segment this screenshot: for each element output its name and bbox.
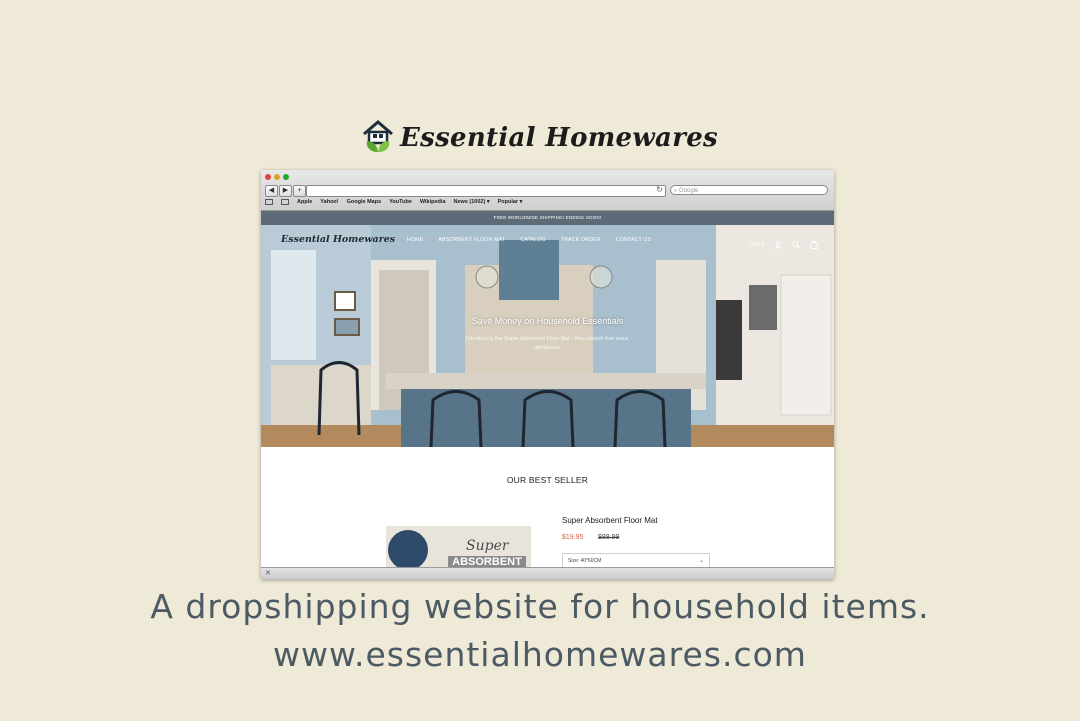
address-bar[interactable]: ↻ — [306, 185, 666, 197]
nav-contact-us[interactable]: CONTACT US — [616, 237, 651, 243]
product-image-text-1: Super — [466, 538, 509, 554]
compare-price: $89.99 — [598, 534, 620, 541]
best-seller-heading: OUR BEST SELLER — [506, 475, 589, 485]
add-bookmark-plus-icon[interactable]: + — [293, 185, 306, 197]
house-leaf-logo-icon — [362, 119, 394, 158]
close-window-button[interactable] — [265, 174, 271, 180]
hero-title: Save Money on Household Essentials — [471, 316, 624, 326]
cart-bag-icon[interactable] — [810, 236, 818, 254]
bookmark-item[interactable]: YouTube — [389, 199, 412, 205]
bookmark-item[interactable]: Wikipedia — [420, 199, 446, 205]
bookmarks-bar: Apple Yahoo! Google Maps YouTube Wikiped… — [265, 199, 522, 205]
product-photo-shape — [388, 530, 428, 568]
browser-toolbar: ◀ ▶ + ↻ ⌕ Google Apple Yahoo! Google Map… — [261, 170, 834, 211]
announcement-text: FREE WORLDWIDE SHIPPING! ENDING SOON! — [493, 215, 602, 220]
search-placeholder: Google — [679, 188, 699, 194]
browser-window: ◀ ▶ + ↻ ⌕ Google Apple Yahoo! Google Map… — [261, 170, 834, 579]
product-image[interactable]: Super ABSORBENT — [386, 526, 531, 568]
close-status-icon[interactable]: ✕ — [265, 569, 271, 577]
currency-selector[interactable]: USD ▾ — [750, 242, 764, 248]
account-icon[interactable] — [774, 236, 782, 254]
caption-description: A dropshipping website for household ite… — [150, 587, 930, 626]
search-icon[interactable] — [792, 236, 800, 254]
brand-name: Essential Homewares — [400, 123, 718, 153]
browser-search-input[interactable]: ⌕ Google — [670, 185, 828, 195]
forward-arrow-icon[interactable]: ▶ — [279, 185, 292, 197]
sale-price: $19.95 — [562, 534, 584, 541]
nav-catalog[interactable]: CATALOG — [520, 237, 545, 243]
bookmark-item[interactable]: Apple — [297, 199, 312, 205]
size-select-value: Size: 40*60CM — [568, 558, 602, 564]
hero-subtitle: Introducing the Super Absorbent Floor Ma… — [466, 336, 628, 351]
reading-list-icon[interactable] — [265, 199, 273, 205]
caption-url: www.essentialhomewares.com — [273, 635, 807, 674]
bookmark-item[interactable]: Yahoo! — [320, 199, 338, 205]
site-navbar: Essential Homewares HOME ABSORBENT FLOOR… — [261, 233, 834, 250]
magnifier-icon: ⌕ — [674, 188, 678, 194]
bookmarks-grid-icon[interactable] — [281, 199, 289, 205]
bookmark-item[interactable]: News (1002) ▾ — [454, 199, 490, 205]
site-logo[interactable]: Essential Homewares — [281, 234, 395, 245]
nav-home[interactable]: HOME — [407, 237, 423, 243]
brand-header: Essential Homewares — [0, 118, 1080, 158]
browser-status-bar: ✕ — [261, 567, 834, 579]
nav-absorbent-floor-mat[interactable]: ABSORBENT FLOOR MAT — [438, 237, 505, 243]
bookmark-item[interactable]: Google Maps — [347, 199, 382, 205]
minimize-window-button[interactable] — [274, 174, 280, 180]
nav-track-order[interactable]: TRACK ORDER — [561, 237, 601, 243]
announcement-bar: FREE WORLDWIDE SHIPPING! ENDING SOON! — [261, 211, 834, 225]
zoom-window-button[interactable] — [283, 174, 289, 180]
window-controls — [265, 174, 289, 180]
bookmark-item[interactable]: Popular ▾ — [498, 199, 523, 205]
product-name[interactable]: Super Absorbent Floor Mat — [562, 516, 658, 525]
chevron-down-icon: ⌄ — [698, 558, 704, 564]
back-arrow-icon[interactable]: ◀ — [265, 185, 278, 197]
reload-icon[interactable]: ↻ — [656, 185, 663, 194]
hero-banner: Essential Homewares HOME ABSORBENT FLOOR… — [261, 225, 834, 447]
